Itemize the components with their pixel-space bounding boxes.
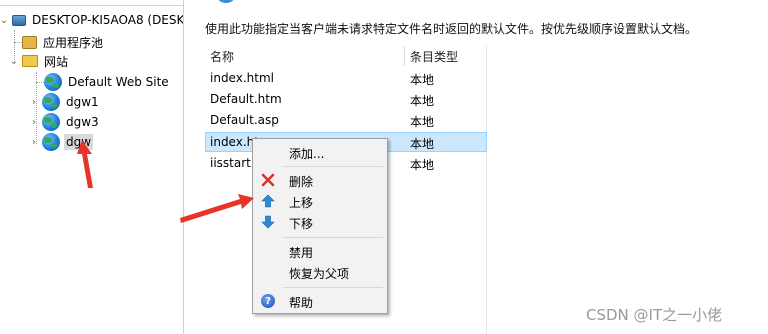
computer-icon bbox=[12, 14, 26, 26]
menu-item-move-up[interactable]: 上移 bbox=[255, 191, 385, 211]
menu-separator bbox=[283, 237, 383, 238]
row-type: 本地 bbox=[410, 94, 435, 108]
menu-item-label: 恢复为父项 bbox=[289, 267, 350, 281]
watermark: CSDN @IT之一小佬 bbox=[586, 306, 723, 324]
row-name: iisstart. bbox=[210, 156, 255, 170]
menu-item-delete[interactable]: 删除 bbox=[255, 170, 385, 190]
sites-label: 网站 bbox=[44, 54, 69, 69]
arrow-down-icon bbox=[260, 214, 276, 230]
menu-item-label: 禁用 bbox=[289, 246, 314, 260]
menu-item-move-down[interactable]: 下移 bbox=[255, 212, 385, 232]
menu-item-label: 帮助 bbox=[289, 296, 314, 310]
connections-tree: ⌄ DESKTOP-KI5AOA8 (DESKT 应用程序池 ⌄ 网站 Defa… bbox=[0, 0, 184, 334]
row-name: Default.htm bbox=[210, 92, 282, 106]
app-pools-label: 应用程序池 bbox=[43, 35, 104, 50]
delete-icon bbox=[260, 172, 276, 188]
site-label: dgw bbox=[64, 134, 94, 150]
expand-icon[interactable]: › bbox=[28, 97, 40, 108]
tree-node-default-web-site[interactable]: Default Web Site bbox=[42, 72, 171, 92]
sites-folder-icon bbox=[22, 55, 38, 67]
expand-icon[interactable]: › bbox=[28, 137, 40, 148]
menu-item-revert[interactable]: 恢复为父项 bbox=[255, 262, 385, 282]
tree-node-dgw3[interactable]: › dgw3 bbox=[28, 112, 101, 132]
arrow-up-icon bbox=[260, 193, 276, 209]
collapse-icon[interactable]: ⌄ bbox=[8, 56, 20, 67]
row-name: Default.asp bbox=[210, 113, 279, 127]
table-row[interactable]: Default.htm 本地 bbox=[205, 89, 487, 109]
row-type: 本地 bbox=[410, 115, 435, 129]
app-pool-icon bbox=[22, 35, 37, 49]
collapse-icon[interactable]: ⌄ bbox=[0, 15, 10, 26]
server-label: DESKTOP-KI5AOA8 (DESKT bbox=[32, 13, 184, 27]
tree-node-server[interactable]: ⌄ DESKTOP-KI5AOA8 (DESKT bbox=[0, 10, 184, 30]
table-row[interactable]: Default.asp 本地 bbox=[205, 110, 487, 130]
globe-icon bbox=[42, 133, 60, 151]
column-divider[interactable] bbox=[404, 46, 405, 66]
menu-separator bbox=[283, 166, 383, 167]
table-row[interactable]: index.html 本地 bbox=[205, 68, 487, 88]
menu-item-label: 下移 bbox=[289, 217, 314, 231]
menu-separator bbox=[283, 287, 383, 288]
tree-node-sites[interactable]: ⌄ 网站 bbox=[8, 51, 70, 71]
column-header-type[interactable]: 条目类型 bbox=[410, 46, 458, 66]
context-menu: 添加... 删除 上移 下移 禁用 恢复为父项 ? 帮助 bbox=[252, 138, 388, 314]
menu-item-label: 添加... bbox=[289, 147, 325, 161]
site-label: Default Web Site bbox=[68, 75, 169, 89]
menu-item-disable[interactable]: 禁用 bbox=[255, 241, 385, 261]
site-label: dgw3 bbox=[66, 115, 99, 129]
globe-icon bbox=[42, 113, 60, 131]
tree-node-app-pools[interactable]: 应用程序池 bbox=[20, 32, 105, 52]
row-type: 本地 bbox=[410, 73, 435, 87]
menu-item-label: 上移 bbox=[289, 196, 314, 210]
feature-icon bbox=[218, 0, 234, 3]
menu-item-label: 删除 bbox=[289, 175, 314, 189]
tree-top-edge bbox=[0, 0, 183, 6]
expand-icon[interactable]: › bbox=[28, 117, 40, 128]
menu-item-help[interactable]: ? 帮助 bbox=[255, 291, 385, 311]
tree-node-dgw1[interactable]: › dgw1 bbox=[28, 92, 101, 112]
feature-description: 使用此功能指定当客户端未请求特定文件名时返回的默认文件。按优先级顺序设置默认文档… bbox=[205, 22, 698, 36]
globe-icon bbox=[42, 93, 60, 111]
globe-icon bbox=[44, 73, 62, 91]
menu-item-add[interactable]: 添加... bbox=[255, 142, 385, 162]
help-icon: ? bbox=[260, 293, 276, 309]
column-header-name[interactable]: 名称 bbox=[210, 46, 234, 66]
site-label: dgw1 bbox=[66, 95, 99, 109]
row-type: 本地 bbox=[410, 158, 435, 172]
tree-node-dgw[interactable]: › dgw bbox=[28, 132, 94, 152]
row-name: index.html bbox=[210, 71, 274, 85]
row-type: 本地 bbox=[410, 137, 435, 151]
